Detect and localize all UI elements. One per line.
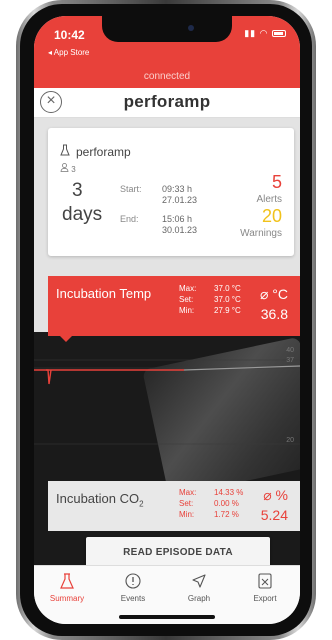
incubation-co2-card[interactable]: Incubation CO2 Max: 14.33 % Set: 0.00 % … [48, 481, 300, 531]
co2-max-value: 14.33 % [214, 488, 244, 497]
header: × perforamp [34, 88, 300, 118]
co2-set-value: 0.00 % [214, 499, 239, 508]
warnings-label: Warnings [240, 228, 282, 239]
camera-icon [188, 25, 194, 31]
duration-value: 3 [72, 180, 83, 201]
read-episode-data-button[interactable]: READ EPISODE DATA [86, 537, 270, 565]
navigation-icon [192, 574, 206, 588]
back-to-app-store-link[interactable]: ◂ App Store [48, 48, 89, 57]
start-label: Start: [120, 184, 142, 194]
start-time: 09:33 h [162, 184, 193, 194]
tab-export[interactable]: Export [232, 572, 298, 603]
temp-average-value: 36.8 [260, 306, 288, 322]
tab-summary[interactable]: Summary [34, 572, 100, 603]
xls-file-icon [258, 573, 272, 589]
temp-card-title: Incubation Temp [56, 286, 152, 301]
tab-events[interactable]: Events [100, 572, 166, 603]
co2-max-label: Max: [179, 488, 197, 497]
status-time: 10:42 [54, 28, 85, 42]
co2-card-title: Incubation CO2 [56, 491, 144, 509]
flask-icon [60, 573, 74, 589]
axis-label-top: 40 [286, 347, 294, 354]
device-name: perforamp [76, 145, 131, 159]
warnings-count: 20 [261, 206, 282, 226]
end-date: 30.01.23 [162, 225, 198, 235]
temp-min-label: Min: [179, 306, 195, 315]
home-indicator[interactable] [119, 615, 215, 619]
axis-label-low: 20 [286, 437, 294, 444]
app-screen: 10:42 ◂ App Store ▮▮ ◠ connected × perfo… [34, 16, 300, 624]
tab-bar: Summary Events Graph Export [34, 565, 300, 624]
temp-max-value: 37.0 °C [214, 284, 241, 293]
temp-max-label: Max: [179, 284, 197, 293]
duration-unit: days [62, 204, 103, 225]
co2-average-value: 5.24 [260, 507, 288, 523]
wifi-icon: ◠ [259, 28, 269, 38]
co2-average-symbol: ⌀ % [263, 487, 288, 503]
temp-min-value: 27.9 °C [214, 306, 241, 315]
signal-icon: ▮▮ [244, 28, 257, 38]
user-count-row: 3 [60, 163, 76, 174]
co2-set-label: Set: [179, 499, 194, 508]
tab-export-label: Export [253, 594, 277, 603]
co2-min-label: Min: [179, 510, 195, 519]
device-row: perforamp [60, 144, 131, 159]
flask-icon [60, 144, 72, 159]
user-icon [60, 163, 71, 174]
connection-status: connected [34, 60, 300, 88]
main-content[interactable]: perforamp 3 3 days Start: 09:33 h 27.01.… [34, 118, 300, 565]
incubation-temp-card[interactable]: Incubation Temp Max: 37.0 °C Set: 37.0 °… [48, 276, 300, 342]
temp-average-symbol: ⌀ °C [259, 286, 288, 302]
tab-graph[interactable]: Graph [166, 572, 232, 603]
temp-set-label: Set: [179, 295, 194, 304]
tab-summary-label: Summary [49, 594, 85, 603]
temp-set-value: 37.0 °C [214, 295, 241, 304]
start-date: 27.01.23 [162, 195, 198, 205]
axis-label-mid: 37 [286, 357, 294, 364]
co2-min-value: 1.72 % [214, 510, 239, 519]
tab-graph-label: Graph [187, 594, 211, 603]
page-title: perforamp [123, 92, 211, 111]
alerts-label: Alerts [256, 194, 282, 205]
episode-summary-card[interactable]: perforamp 3 3 days Start: 09:33 h 27.01.… [48, 128, 294, 256]
tab-events-label: Events [120, 594, 146, 603]
end-label: End: [120, 214, 139, 224]
phone-notch [102, 16, 232, 42]
events-icon [125, 573, 141, 589]
battery-icon [272, 30, 286, 38]
user-count: 3 [71, 165, 76, 174]
end-time: 15:06 h [162, 214, 193, 224]
status-icons: ▮▮ ◠ [244, 28, 286, 39]
alerts-count: 5 [271, 172, 282, 192]
